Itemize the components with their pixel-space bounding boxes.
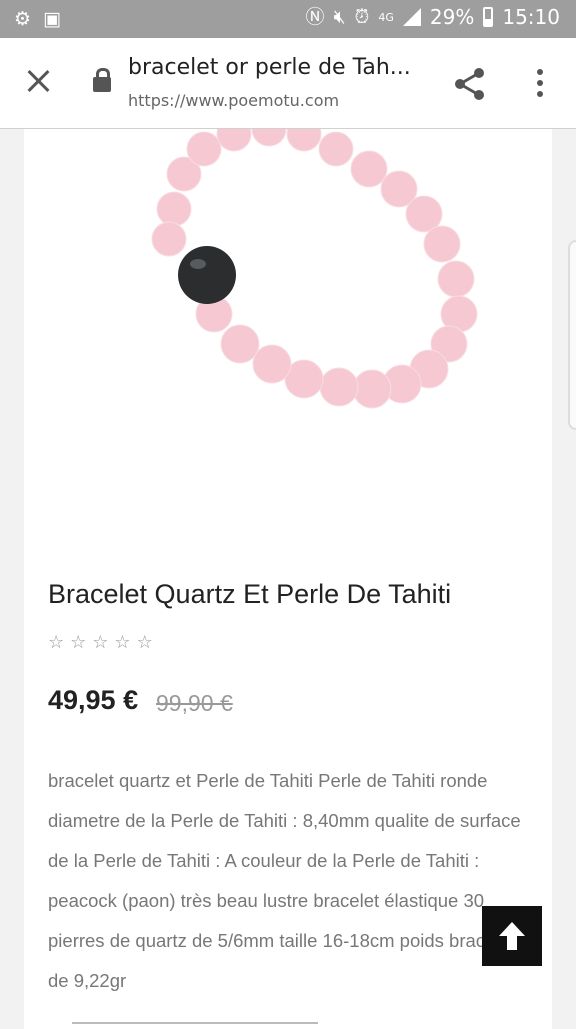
mute-icon: 🔇︎	[333, 6, 346, 28]
star-icon[interactable]: ☆	[92, 634, 108, 652]
share-icon[interactable]	[450, 66, 490, 102]
signal-icon	[402, 8, 421, 26]
arrow-up-icon	[499, 922, 525, 950]
more-vert-icon[interactable]	[530, 66, 550, 102]
status-bar: ⚙ ▣ Ⓝ 🔇︎ ⏰︎ 4G 29% 15:10	[0, 0, 576, 38]
star-icon[interactable]: ☆	[70, 634, 86, 652]
close-icon[interactable]	[20, 63, 58, 101]
lock-icon[interactable]	[93, 68, 111, 92]
product-card: Bracelet Quartz Et Perle De Tahiti ☆ ☆ ☆…	[24, 129, 552, 1029]
product-image[interactable]	[124, 129, 484, 439]
status-left-icons: ⚙ ▣	[14, 7, 61, 31]
scroll-handle[interactable]	[568, 240, 576, 430]
old-price: 99,90 €	[156, 690, 233, 716]
product-title: Bracelet Quartz Et Perle De Tahiti	[48, 579, 452, 609]
battery-icon	[483, 7, 494, 27]
star-icon[interactable]: ☆	[48, 634, 64, 652]
clock: 15:10	[502, 5, 560, 29]
browser-toolbar: bracelet or perle de Tah... https://www.…	[0, 38, 576, 129]
page-title[interactable]: bracelet or perle de Tah...	[128, 55, 428, 80]
nfc-icon: Ⓝ	[305, 6, 325, 28]
status-right-icons: Ⓝ 🔇︎ ⏰︎ 4G 29% 15:10	[306, 5, 560, 29]
back-to-top-button[interactable]	[482, 906, 542, 966]
product-description: bracelet quartz et Perle de Tahiti Perle…	[48, 770, 521, 991]
star-icon[interactable]: ☆	[114, 634, 130, 652]
notification-icon: ⚙	[14, 8, 32, 30]
alarm-icon: ⏰︎	[354, 6, 370, 28]
network-label: 4G	[378, 10, 394, 24]
price: 49,95 €	[48, 685, 139, 715]
page-url[interactable]: https://www.poemotu.com	[128, 91, 339, 110]
star-icon[interactable]: ☆	[137, 634, 153, 652]
image-notification-icon: ▣	[43, 8, 61, 30]
rating-stars[interactable]: ☆ ☆ ☆ ☆ ☆	[48, 634, 153, 652]
battery-percent: 29%	[429, 5, 475, 29]
